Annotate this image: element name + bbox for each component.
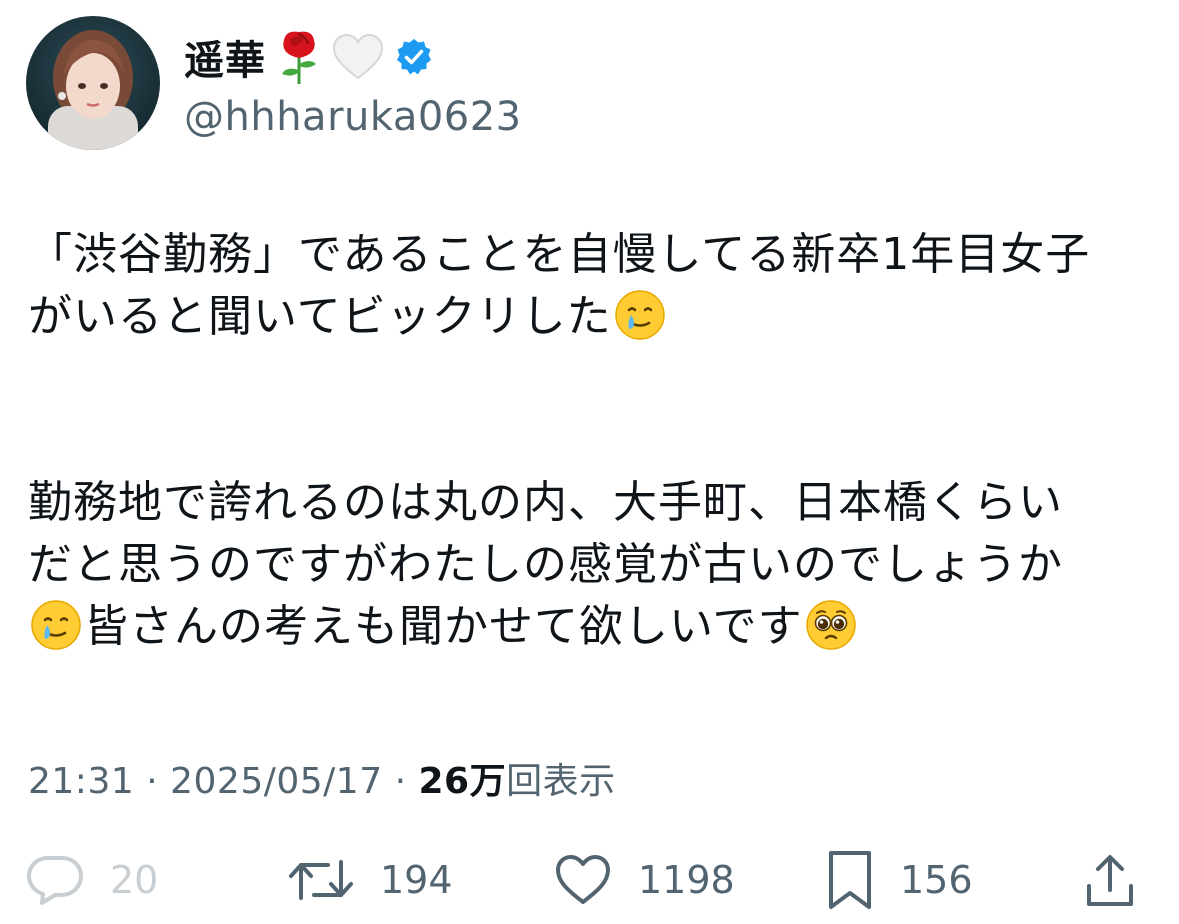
bookmark-count: 156 [900,858,973,902]
verified-badge-icon[interactable] [394,37,434,77]
reply-icon [27,856,83,905]
share-icon [1087,855,1133,906]
share-button[interactable] [1084,845,1136,915]
tweet-paragraph: 勤務地で誇れるのは丸の内、大手町、日本橋くらい だと思うのですがわたしの感覚が古… [28,472,1158,658]
retweet-count: 194 [380,858,453,902]
tweet-line: 「渋谷勤務」であることを自慢してる新卒1年目女子 [28,229,1091,280]
tweet-paragraph: 「渋谷勤務」であることを自慢してる新卒1年目女子 がいると聞いてビックリした [28,224,1158,348]
tweet-line: 勤務地で誇れるのは丸の内、大手町、日本橋くらい [28,477,1063,528]
pleading-face-icon [805,600,856,650]
retweet-icon [289,860,353,900]
white-heart-icon [332,34,384,80]
like-button[interactable]: 1198 [554,845,735,915]
tweet-line: 皆さんの考えも聞かせて欲しいです [28,596,1158,658]
tweet-time[interactable]: 21:31 [28,761,134,802]
retweet-button[interactable]: 194 [288,845,453,915]
tweet-line-text: 皆さんの考えも聞かせて欲しいです [84,601,803,652]
avatar[interactable] [26,16,160,150]
bookmark-button[interactable]: 156 [826,845,973,915]
tweet-date[interactable]: 2025/05/17 [170,761,383,802]
bookmark-icon [829,851,871,909]
rose-emoji-icon [276,28,322,86]
action-bar: 20 194 1198 156 [26,845,1146,915]
tweet-metadata: 21:31 · 2025/05/17 · 26万回表示 [28,752,616,804]
meta-separator: · [146,761,159,802]
views-count: 26万 [418,761,507,802]
meta-separator: · [394,761,407,802]
display-name[interactable]: 遥華 [184,28,266,86]
views-label: 回表示 [506,761,616,802]
reply-count: 20 [110,858,159,902]
face-holding-back-tears-icon [31,600,81,650]
tweet-text: 「渋谷勤務」であることを自慢してる新卒1年目女子 がいると聞いてビックリした 勤… [28,224,1158,658]
tweet-header: 遥華 @hhharuka0623 [26,16,1146,152]
face-holding-back-tears-icon [614,290,665,340]
tweet-line: がいると聞いてビックリした [28,286,1158,348]
heart-icon [556,855,610,904]
like-count: 1198 [638,858,735,902]
reply-button[interactable]: 20 [26,845,158,915]
author-handle[interactable]: @hhharuka0623 [184,94,522,140]
tweet-line-text: がいると聞いてビックリした [28,291,612,342]
tweet-line: だと思うのですがわたしの感覚が古いのでしょうか [28,539,1063,590]
